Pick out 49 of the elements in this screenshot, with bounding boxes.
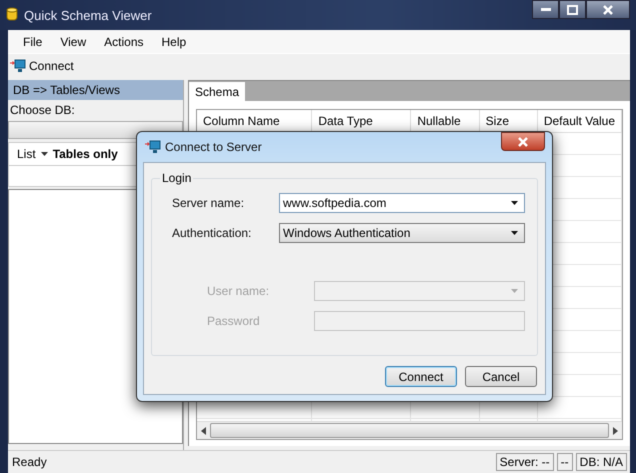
group-title: Login	[161, 171, 192, 185]
close-button[interactable]	[586, 0, 630, 19]
window-title: Quick Schema Viewer	[24, 8, 152, 22]
connect-button[interactable]: Connect	[385, 366, 457, 387]
monitor-icon	[10, 59, 26, 73]
server-status: Server: --	[496, 453, 554, 471]
dropdown[interactable]: Windows Authentication	[279, 223, 525, 243]
scrollbar-thumb[interactable]	[210, 423, 609, 438]
caret-icon	[40, 152, 48, 156]
dropdown-arrow-icon	[511, 231, 518, 235]
minimize-button[interactable]	[532, 0, 559, 19]
menu-item[interactable]: Actions	[95, 34, 152, 48]
column-header[interactable]: Nullable	[410, 110, 480, 132]
monitor-icon	[145, 140, 161, 154]
field-label: User name:	[206, 284, 270, 298]
menu-item[interactable]: Help	[152, 34, 196, 48]
status-message: Ready	[12, 455, 48, 469]
close-icon	[603, 4, 613, 14]
scroll-left-icon[interactable]	[201, 426, 206, 434]
horizontal-scrollbar[interactable]	[197, 421, 622, 439]
panel-header: DB => Tables/Views	[8, 80, 183, 100]
dropdown-arrow-icon	[511, 201, 518, 205]
close-button[interactable]	[501, 132, 545, 151]
scroll-right-icon[interactable]	[613, 426, 618, 434]
menu-item[interactable]: File	[14, 34, 52, 48]
column-header[interactable]: Default Value	[537, 110, 622, 132]
column-header[interactable]: Size	[479, 110, 538, 132]
database-icon	[6, 6, 18, 20]
choose-db-label: Choose DB:	[9, 102, 76, 119]
maximize-icon	[567, 4, 578, 14]
field-label: Server name:	[172, 196, 246, 210]
database-status: DB: N/A	[576, 453, 627, 471]
tab[interactable]: Schema	[189, 82, 246, 101]
field-label: Authentication:	[172, 226, 252, 240]
column-header[interactable]: Data Type	[312, 110, 411, 132]
close-icon	[518, 136, 528, 146]
input-field[interactable]	[314, 311, 525, 331]
filter-label: Tables only	[52, 147, 118, 161]
maximize-button[interactable]	[559, 0, 586, 19]
status-panel: --	[556, 453, 573, 471]
list-menu[interactable]: List	[17, 147, 48, 161]
connect-button[interactable]: Connect	[10, 59, 74, 73]
dropdown-arrow-icon	[511, 289, 518, 293]
cancel-button[interactable]: Cancel	[465, 366, 537, 387]
menu-item[interactable]: View	[51, 34, 96, 48]
field-label: Password	[206, 314, 261, 328]
minimize-icon	[540, 8, 550, 12]
combo-box[interactable]: www.softpedia.com	[279, 193, 525, 213]
dialog-title: Connect to Server	[165, 140, 262, 154]
